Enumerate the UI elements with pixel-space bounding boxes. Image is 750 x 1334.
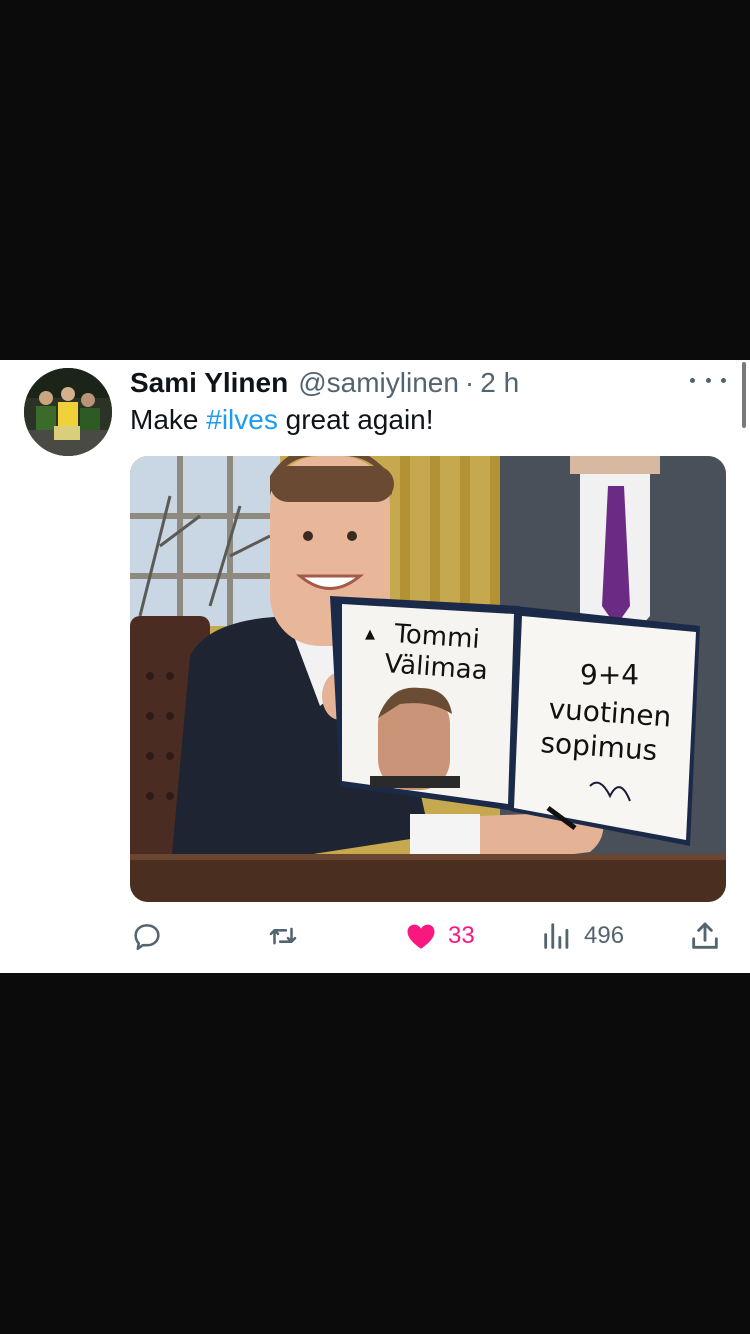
more-icon[interactable] <box>690 370 726 390</box>
avatar-image <box>24 368 112 456</box>
author-handle[interactable]: @samiylinen <box>298 367 459 399</box>
tweet-card[interactable]: Sami Ylinen @samiylinen · 2 h Make #ilve… <box>0 360 750 973</box>
right-page-line1: 9+4 <box>580 658 639 691</box>
tweet-media-image[interactable]: ▲ Tommi Välimaa 9+4 vuotinen sopimus <box>130 456 726 902</box>
like-count: 33 <box>448 922 475 949</box>
reply-icon <box>134 924 160 951</box>
heart-icon <box>407 924 435 949</box>
tweet-text-after: great again! <box>277 404 434 435</box>
retweet-button[interactable] <box>266 916 310 956</box>
hashtag-link[interactable]: #ilves <box>206 404 278 435</box>
retweet-icon <box>269 927 297 945</box>
reply-button[interactable] <box>130 916 174 956</box>
tweet-text-before: Make <box>130 404 207 435</box>
like-button[interactable]: 33 <box>404 916 475 956</box>
tweet-text: Make #ilves great again! <box>130 404 434 436</box>
tweet-time[interactable]: 2 h <box>480 367 519 399</box>
svg-text:▲: ▲ <box>365 627 375 642</box>
author-name[interactable]: Sami Ylinen <box>130 367 288 399</box>
share-icon <box>692 922 718 949</box>
tweet-actions: 33 496 <box>130 916 726 956</box>
views-count: 496 <box>584 922 625 949</box>
separator-dot: · <box>464 367 475 398</box>
meme-illustration: ▲ Tommi Välimaa 9+4 vuotinen sopimus <box>130 456 726 902</box>
views-icon <box>544 923 569 949</box>
share-button[interactable] <box>688 916 722 956</box>
tweet-header: Sami Ylinen @samiylinen · 2 h <box>130 366 519 400</box>
views-button[interactable]: 496 <box>540 916 624 956</box>
avatar[interactable] <box>24 368 112 456</box>
scrollbar[interactable] <box>742 362 746 428</box>
